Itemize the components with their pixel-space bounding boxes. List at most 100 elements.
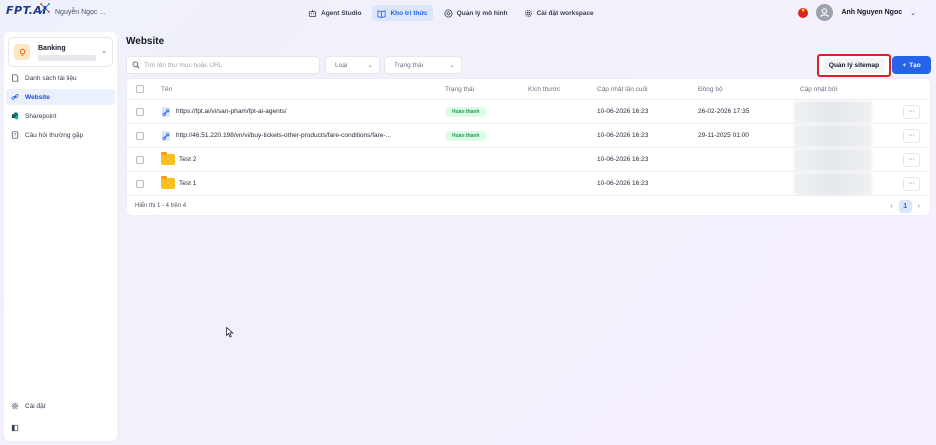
updated-by-redacted bbox=[794, 125, 872, 147]
row-checkbox[interactable] bbox=[136, 148, 144, 171]
row-actions-cell: ··· bbox=[903, 148, 920, 171]
gear-icon bbox=[524, 9, 532, 17]
search-box[interactable] bbox=[126, 56, 320, 74]
sidebar-toggle-icon bbox=[11, 424, 19, 432]
row-status-cell: Hoàn thành bbox=[445, 100, 487, 123]
sidebar: Banking ⌄ Danh sách tài liệu Website Sha… bbox=[4, 32, 117, 441]
create-button-label: Tạo bbox=[909, 61, 921, 69]
select-all-checkbox[interactable] bbox=[136, 79, 144, 99]
gear-icon bbox=[11, 402, 19, 410]
create-button[interactable]: + Tạo bbox=[892, 56, 931, 74]
row-actions-cell: ··· bbox=[903, 124, 920, 147]
column-header-updated-by[interactable]: Cập nhật bởi bbox=[800, 79, 838, 99]
page-title: Website bbox=[126, 36, 165, 47]
table-row[interactable]: Test 2 10-06-2026 16:23 ··· bbox=[127, 148, 930, 172]
sidebar-item-documents[interactable]: Danh sách tài liệu bbox=[6, 70, 115, 86]
status-badge: Hoàn thành bbox=[445, 130, 487, 141]
pagination-summary: Hiển thị 1 - 4 trên 4 bbox=[135, 203, 187, 209]
updated-by-redacted bbox=[794, 149, 872, 171]
status-filter-label: Trạng thái bbox=[394, 61, 424, 69]
web-link-icon bbox=[162, 130, 170, 141]
logo-star-icon bbox=[40, 3, 50, 13]
more-actions-button[interactable]: ··· bbox=[903, 176, 920, 191]
sidebar-item-label: Sharepoint bbox=[25, 112, 57, 120]
faq-icon: ? bbox=[11, 131, 19, 139]
row-last-updated: 10-06-2026 16:23 bbox=[597, 108, 649, 115]
org-name: Nguyễn Ngọc ... bbox=[55, 9, 106, 16]
avatar[interactable] bbox=[816, 4, 834, 21]
table-row[interactable]: http://46.51.220.198/vn/vi/buy-tickets-o… bbox=[127, 124, 930, 148]
row-name-cell: Test 2 bbox=[161, 148, 196, 171]
chevron-down-icon: ⌄ bbox=[101, 48, 107, 55]
table-row[interactable]: Test 1 10-06-2026 16:23 ··· bbox=[127, 172, 930, 196]
row-name[interactable]: https://fpt.ai/vi/san-pham/fpt-ai-agents… bbox=[176, 108, 287, 115]
row-name-cell: http://46.51.220.198/vn/vi/buy-tickets-o… bbox=[161, 124, 391, 147]
type-filter-label: Loại bbox=[335, 61, 348, 69]
nav-agent-studio[interactable]: Agent Studio bbox=[303, 5, 366, 21]
column-header-synced[interactable]: Đồng bộ bbox=[698, 79, 723, 99]
type-filter-select[interactable]: Loại ⌄ bbox=[325, 56, 380, 74]
row-last-updated: 10-06-2026 16:23 bbox=[597, 156, 649, 163]
website-table: Tên Trạng thái Kích thước Cập nhật lần c… bbox=[126, 78, 931, 216]
column-header-status[interactable]: Trạng thái bbox=[445, 79, 474, 99]
column-header-size[interactable]: Kích thước bbox=[528, 79, 560, 99]
search-icon bbox=[132, 61, 140, 69]
status-filter-select[interactable]: Trạng thái ⌄ bbox=[384, 56, 462, 74]
top-bar: FPT.AI Nguyễn Ngọc ... Agent Studio Kho … bbox=[0, 0, 936, 26]
folder-icon bbox=[161, 176, 175, 189]
row-name-cell: Test 1 bbox=[161, 172, 196, 195]
model-icon bbox=[444, 8, 453, 18]
row-actions-cell: ··· bbox=[903, 100, 920, 123]
sidebar-item-label: Website bbox=[25, 93, 50, 101]
sidebar-item-website[interactable]: Website bbox=[6, 89, 115, 105]
chevron-right-icon[interactable]: › bbox=[918, 203, 920, 210]
row-name[interactable]: Test 2 bbox=[179, 156, 196, 163]
sidebar-item-faq[interactable]: ? Câu hỏi thường gặp bbox=[6, 127, 115, 143]
lightbulb-icon bbox=[14, 44, 30, 60]
document-icon bbox=[12, 74, 19, 82]
row-name[interactable]: http://46.51.220.198/vn/vi/buy-tickets-o… bbox=[176, 132, 391, 139]
mouse-cursor-icon bbox=[226, 327, 234, 338]
logo[interactable]: FPT.AI Nguyễn Ngọc ... bbox=[6, 3, 106, 17]
plus-icon: + bbox=[902, 61, 907, 69]
sharepoint-icon bbox=[11, 112, 19, 120]
sidebar-item-settings[interactable]: Cài đặt bbox=[6, 398, 115, 414]
table-row[interactable]: https://fpt.ai/vi/san-pham/fpt-ai-agents… bbox=[127, 100, 930, 124]
main-nav: Agent Studio Kho tri thức Quản lý mô hìn… bbox=[303, 5, 599, 21]
row-checkbox[interactable] bbox=[136, 100, 144, 123]
chevron-left-icon[interactable]: ‹ bbox=[890, 203, 892, 210]
nav-workspace-settings-label: Cài đặt workspace bbox=[536, 9, 594, 17]
collapse-sidebar-button[interactable] bbox=[6, 420, 26, 436]
knowledge-base-selector[interactable]: Banking ⌄ bbox=[8, 37, 113, 67]
web-link-icon bbox=[162, 106, 170, 117]
row-actions-cell: ··· bbox=[903, 172, 920, 195]
row-synced: 26-02-2026 17:35 bbox=[698, 108, 750, 115]
column-header-name[interactable]: Tên bbox=[161, 79, 172, 99]
status-badge: Hoàn thành bbox=[445, 106, 487, 117]
row-name[interactable]: Test 1 bbox=[179, 180, 196, 187]
row-status-cell: Hoàn thành bbox=[445, 124, 487, 147]
nav-knowledge-base-label: Kho tri thức bbox=[390, 9, 428, 17]
nav-model-management[interactable]: Quản lý mô hình bbox=[439, 5, 513, 21]
more-actions-button[interactable]: ··· bbox=[903, 104, 920, 119]
user-menu[interactable]: Anh Nguyen Ngoc ⌄ bbox=[798, 4, 916, 21]
column-header-last-updated[interactable]: Cập nhật lần cuối bbox=[597, 79, 648, 99]
more-actions-button[interactable]: ··· bbox=[903, 128, 920, 143]
manage-sitemap-button[interactable]: Quản lý sitemap bbox=[817, 54, 891, 77]
sidebar-item-label: Câu hỏi thường gặp bbox=[25, 131, 84, 139]
nav-workspace-settings[interactable]: Cài đặt workspace bbox=[519, 5, 599, 21]
sidebar-item-sharepoint[interactable]: Sharepoint bbox=[6, 108, 115, 124]
page-number-button[interactable]: 1 bbox=[898, 200, 912, 213]
row-last-updated: 10-06-2026 16:23 bbox=[597, 132, 649, 139]
link-icon bbox=[11, 94, 19, 100]
more-actions-button[interactable]: ··· bbox=[903, 152, 920, 167]
chevron-down-icon: ⌄ bbox=[367, 62, 373, 69]
search-input[interactable] bbox=[144, 61, 314, 69]
vietnam-flag-icon[interactable] bbox=[798, 7, 809, 18]
nav-knowledge-base[interactable]: Kho tri thức bbox=[372, 5, 433, 21]
row-checkbox[interactable] bbox=[136, 172, 144, 195]
nav-model-management-label: Quản lý mô hình bbox=[456, 9, 508, 17]
user-name: Anh Nguyen Ngoc bbox=[841, 9, 903, 16]
row-checkbox[interactable] bbox=[136, 124, 144, 147]
chevron-down-icon: ⌄ bbox=[910, 9, 916, 17]
